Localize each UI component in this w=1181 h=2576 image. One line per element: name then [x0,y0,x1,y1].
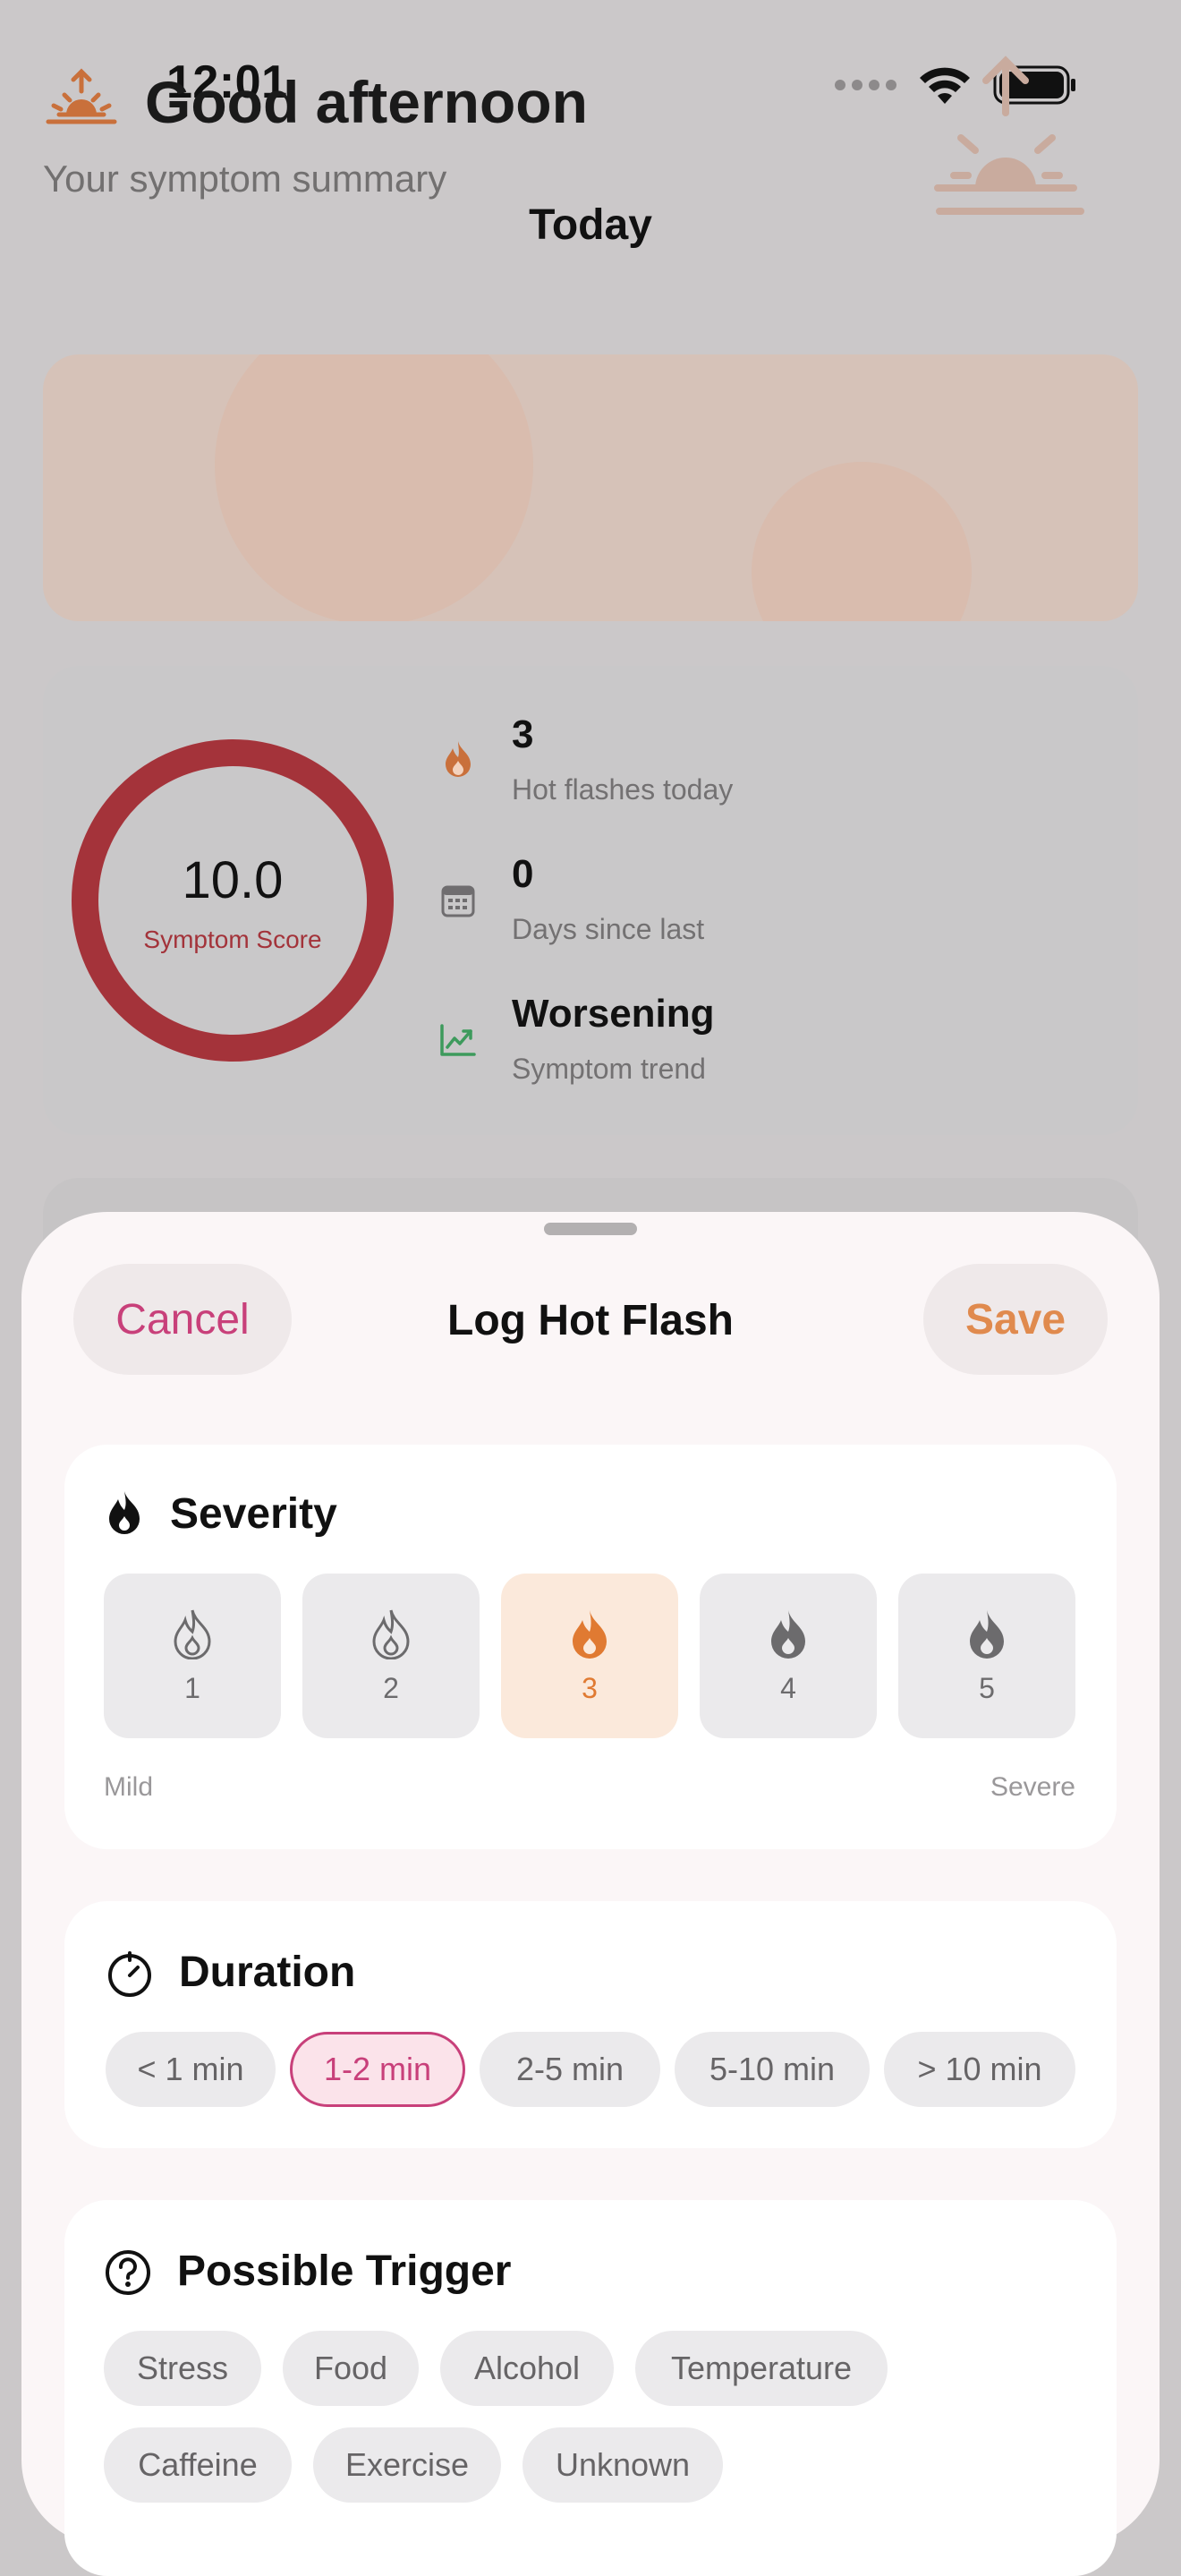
flame-outline-icon [174,1609,211,1659]
stat-label-hot-flashes: Hot flashes today [512,773,734,806]
decorative-circle [752,462,972,621]
duration-option-over-10-min[interactable]: > 10 min [884,2032,1075,2107]
trigger-option-exercise[interactable]: Exercise [313,2427,501,2503]
calendar-icon [441,885,475,917]
severity-option-3[interactable]: 3 [501,1574,678,1738]
severity-option-4[interactable]: 4 [700,1574,877,1738]
decorative-circle [215,354,533,621]
flame-icon [573,1609,607,1659]
sheet-grabber[interactable] [544,1223,637,1235]
trigger-option-stress[interactable]: Stress [104,2331,261,2406]
stat-label-days-since: Days since last [512,913,705,945]
severity-number: 2 [383,1671,399,1704]
greeting-title: Good afternoon [145,69,588,135]
trigger-option-alcohol[interactable]: Alcohol [440,2331,614,2406]
duration-option-1-2-min[interactable]: 1-2 min [290,2032,465,2107]
severity-number: 5 [979,1671,995,1704]
duration-section [64,1901,1117,2148]
trend-up-icon [440,1024,476,1056]
sunset-icon [46,68,117,124]
symptom-score-label: Symptom Score [143,925,322,953]
flame-icon [771,1609,805,1659]
severity-number: 1 [184,1671,200,1704]
trigger-title: Possible Trigger [177,2248,512,2295]
flame-icon [446,741,471,777]
stat-value-trend: Worsening [512,992,715,1036]
duration-option-2-5-min[interactable]: 2-5 min [480,2032,660,2107]
severity-number: 4 [780,1671,796,1704]
severity-option-2[interactable]: 2 [302,1574,480,1738]
stat-label-trend: Symptom trend [512,1053,706,1085]
trigger-option-caffeine[interactable]: Caffeine [104,2427,292,2503]
severity-min-label: Mild [104,1772,154,1802]
flame-icon [109,1491,140,1534]
save-button[interactable]: Save [923,1264,1108,1375]
greeting-subtitle: Your symptom summary [43,158,447,200]
flame-icon [970,1609,1004,1659]
severity-max-label: Severe [990,1772,1075,1802]
timer-icon [108,1951,151,1997]
trigger-option-unknown[interactable]: Unknown [523,2427,723,2503]
sunset-icon-large [934,55,1084,215]
duration-option-5-10-min[interactable]: 5-10 min [675,2032,870,2107]
trigger-option-temperature[interactable]: Temperature [635,2331,888,2406]
severity-title: Severity [170,1490,337,1538]
flame-outline-icon [372,1609,410,1659]
severity-option-1[interactable]: 1 [104,1574,281,1738]
duration-title: Duration [179,1949,356,1996]
symptom-score-value: 10.0 [182,851,284,909]
stat-value-hot-flashes: 3 [512,712,534,756]
greeting-card [43,354,1138,621]
severity-number: 3 [582,1671,598,1704]
trigger-option-food[interactable]: Food [283,2331,419,2406]
duration-option-under-1-min[interactable]: < 1 min [106,2032,276,2107]
stat-value-days-since: 0 [512,852,534,896]
question-circle-icon [106,2250,150,2295]
severity-option-5[interactable]: 5 [898,1574,1075,1738]
